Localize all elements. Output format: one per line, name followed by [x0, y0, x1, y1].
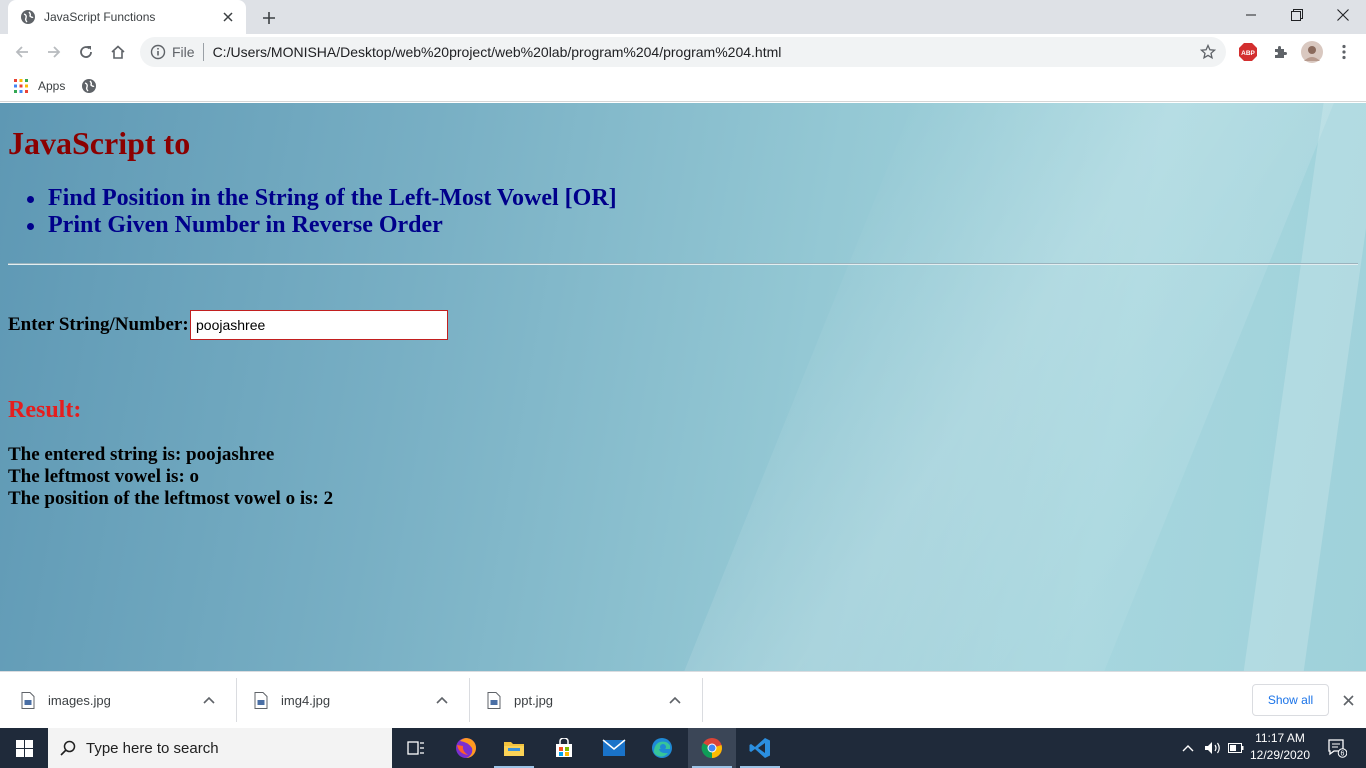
firefox-icon[interactable]	[442, 728, 490, 768]
page-heading: JavaScript to	[8, 125, 191, 161]
task-item: Print Given Number in Reverse Order	[27, 212, 617, 239]
notifications-icon[interactable]: 6	[1322, 728, 1352, 768]
restore-icon[interactable]	[1274, 0, 1320, 30]
address-scheme: File	[172, 44, 195, 60]
chevron-up-icon[interactable]	[430, 688, 454, 712]
windows-taskbar: Type here to search 11:17 AM 12/29/2020	[0, 728, 1366, 768]
result-line: The entered string is: poojashree	[8, 444, 275, 465]
menu-kebab-icon[interactable]	[1330, 38, 1358, 66]
info-icon[interactable]	[150, 44, 166, 60]
bookmark-globe[interactable]	[81, 74, 97, 98]
tab-title: JavaScript Functions	[44, 10, 156, 24]
taskbar-clock[interactable]: 11:17 AM 12/29/2020	[1244, 730, 1316, 764]
close-window-icon[interactable]	[1320, 0, 1366, 30]
download-filename: images.jpg	[48, 692, 111, 708]
battery-icon[interactable]	[1226, 728, 1246, 768]
download-item[interactable]: img4.jpg	[233, 678, 466, 722]
background-streak	[647, 103, 1350, 671]
profile-avatar[interactable]	[1298, 38, 1326, 66]
extensions-puzzle-icon[interactable]	[1266, 38, 1294, 66]
forward-arrow-icon[interactable]	[40, 38, 68, 66]
download-filename: img4.jpg	[281, 692, 331, 708]
volume-icon[interactable]	[1202, 728, 1224, 768]
windows-start-icon[interactable]	[0, 728, 48, 768]
divider	[8, 263, 1358, 265]
address-url[interactable]: C:/Users/MONISHA/Desktop/web%20project/w…	[213, 44, 1194, 60]
bookmark-apps[interactable]: Apps	[14, 74, 65, 98]
download-item[interactable]: ppt.jpg	[466, 678, 699, 722]
chevron-up-icon[interactable]	[663, 688, 687, 712]
adblock-icon[interactable]: ABP	[1234, 38, 1262, 66]
image-file-icon	[253, 691, 269, 709]
close-tab-icon[interactable]	[220, 9, 236, 25]
image-file-icon	[20, 691, 36, 709]
result-line: The position of the leftmost vowel o is:…	[8, 488, 334, 509]
clock-date: 12/29/2020	[1249, 748, 1311, 762]
string-number-input[interactable]: poojashree	[190, 310, 448, 340]
page-content: JavaScript to Find Position in the Strin…	[0, 103, 1366, 671]
microsoft-store-icon[interactable]	[540, 728, 588, 768]
clock-time: 11:17 AM	[1255, 731, 1305, 745]
image-file-icon	[486, 691, 502, 709]
search-icon	[60, 740, 76, 756]
bookmark-star-icon[interactable]	[1194, 38, 1222, 66]
globe-icon	[20, 9, 36, 25]
apps-grid-icon	[14, 79, 28, 93]
download-filename: ppt.jpg	[514, 692, 554, 708]
bookmarks-bar: Apps	[0, 70, 1366, 102]
new-tab-icon[interactable]	[258, 7, 280, 29]
address-separator	[202, 43, 204, 61]
close-shelf-icon[interactable]	[1336, 688, 1360, 712]
file-explorer-icon[interactable]	[490, 728, 538, 768]
back-arrow-icon[interactable]	[8, 38, 36, 66]
edge-icon[interactable]	[638, 728, 686, 768]
vscode-icon[interactable]	[736, 728, 784, 768]
chrome-icon[interactable]	[688, 728, 736, 768]
bookmark-apps-label: Apps	[38, 79, 66, 93]
notification-count: 6	[1341, 751, 1345, 758]
result-title: Result:	[8, 397, 82, 423]
result-line: The leftmost vowel is: o	[8, 466, 200, 487]
browser-toolbar: File C:/Users/MONISHA/Desktop/web%20proj…	[0, 34, 1366, 70]
mail-icon[interactable]	[590, 728, 638, 768]
task-item: Find Position in the String of the Left-…	[27, 185, 617, 211]
tab-javascript-functions[interactable]: JavaScript Functions	[8, 0, 246, 34]
download-shelf: images.jpg img4.jpg ppt.jpg Show all	[0, 671, 1366, 728]
chevron-up-icon[interactable]	[1178, 728, 1198, 768]
download-separator	[702, 678, 703, 722]
address-bar[interactable]: File C:/Users/MONISHA/Desktop/web%20proj…	[140, 37, 1226, 67]
task-list: Find Position in the String of the Left-…	[27, 185, 617, 239]
chevron-up-icon[interactable]	[197, 688, 221, 712]
reload-icon[interactable]	[72, 38, 100, 66]
result-output: The entered string is: poojashree The le…	[8, 444, 333, 510]
globe-icon	[81, 78, 97, 94]
input-label: Enter String/Number:	[8, 314, 189, 335]
tab-strip: JavaScript Functions	[0, 0, 1366, 34]
show-all-button[interactable]: Show all	[1252, 684, 1329, 716]
taskbar-search-box[interactable]: Type here to search	[48, 728, 392, 768]
home-icon[interactable]	[104, 38, 132, 66]
download-item[interactable]: images.jpg	[0, 678, 233, 722]
minimize-icon[interactable]	[1228, 0, 1274, 30]
adblock-label: ABP	[1241, 50, 1255, 57]
search-placeholder: Type here to search	[86, 739, 219, 757]
task-view-icon[interactable]	[392, 728, 440, 768]
